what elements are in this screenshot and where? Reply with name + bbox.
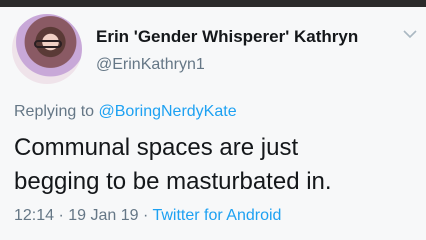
author-handle[interactable]: @ErinKathryn1 — [96, 56, 205, 74]
tweet-card: Erin 'Gender Whisperer' Kathryn @ErinKat… — [0, 0, 426, 240]
reply-mention-link[interactable]: @BoringNerdyKate — [99, 103, 237, 120]
tweet-time[interactable]: 12:14 — [14, 207, 54, 224]
tweet-line-1: Communal spaces are just — [14, 134, 299, 161]
chevron-down-icon[interactable] — [402, 28, 418, 40]
meta-separator: · — [138, 207, 153, 224]
meta-separator: · — [54, 207, 69, 224]
tweet-date[interactable]: 19 Jan 19 — [68, 207, 138, 224]
author-display-name[interactable]: Erin 'Gender Whisperer' Kathryn — [96, 27, 358, 47]
tweet-text: Communal spaces are just begging to be m… — [14, 131, 414, 199]
replying-to-label: Replying to — [14, 103, 95, 120]
tweet-meta: 12:14 · 19 Jan 19 · Twitter for Android — [14, 207, 281, 225]
avatar[interactable] — [12, 14, 82, 84]
tweet-source-link[interactable]: Twitter for Android — [152, 207, 281, 224]
avatar-glasses — [34, 40, 62, 48]
top-divider — [0, 0, 426, 7]
replying-to-line: Replying to @BoringNerdyKate — [14, 103, 237, 121]
tweet-line-2: begging to be masturbated in. — [14, 168, 332, 195]
